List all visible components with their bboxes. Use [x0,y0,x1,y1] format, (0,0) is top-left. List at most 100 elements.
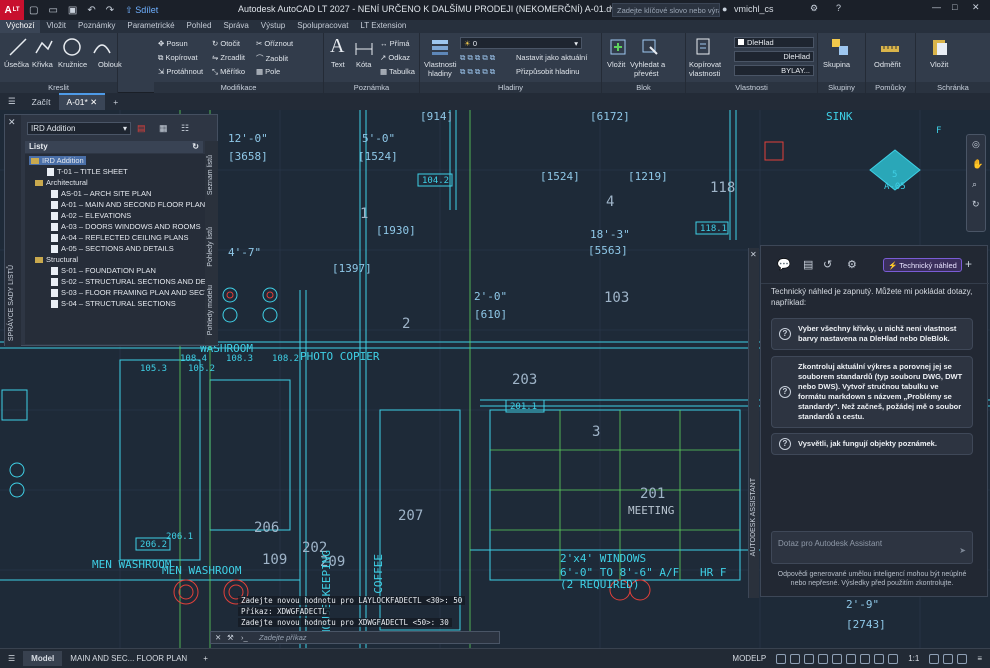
arc-button[interactable]: Oblouk [98,60,122,69]
tree-item-sheet[interactable]: A-02 – ELEVATIONS [51,211,131,221]
files-icon[interactable]: ▤ [803,258,813,271]
osnap-icon[interactable] [832,653,843,664]
ribbon-tab[interactable]: Správa [217,20,254,33]
ribbon-tab[interactable]: Spolupracovat [291,20,354,33]
set-current-button[interactable]: Nastavit jako aktuální [516,53,587,62]
fillet-button[interactable]: ⌒ Zaoblit [256,53,288,64]
dimension-button[interactable]: Kóta [356,60,371,69]
stretch-button[interactable]: ⇲ Protáhnout [158,67,203,76]
annotation-visibility-icon[interactable] [888,653,899,664]
rotate-button[interactable]: ↻ Otočit [212,39,240,48]
selection-cycling-icon[interactable] [874,653,885,664]
tab-sheet-list[interactable]: Seznam listů [207,155,214,195]
layer-dropdown[interactable]: ☀ 0 ▾ [460,37,582,49]
tree-item-sheet[interactable]: AS-01 – ARCH SITE PLAN [51,189,151,199]
move-button[interactable]: ✥ Posun [158,39,188,48]
ribbon-tab[interactable]: LT Extension [354,20,412,33]
redo-icon[interactable]: ↷ [101,5,119,16]
close-command-icon[interactable]: ✕ [215,633,221,642]
chat-icon[interactable]: 💬 [777,258,791,271]
tab-sheet-views[interactable]: Pohledy listů [207,227,214,267]
suggestion-1[interactable]: ? Vyber všechny křivky, u nichž není vlas… [771,318,973,350]
tab-model[interactable]: Model [23,651,63,666]
plus-icon[interactable] [943,653,954,664]
tree-item-sheet[interactable]: T-01 – TITLE SHEET [47,167,128,177]
tab-model-views[interactable]: Pohledy modelu [207,285,214,335]
tab-a01[interactable]: A-01* ✕ [58,93,106,110]
tree-item-sheet[interactable]: S-03 – FLOOR FRAMING PLAN AND SECTIC [51,288,205,298]
paste-button[interactable]: Vložit [930,60,948,69]
line-button[interactable]: Úsečka [4,60,29,69]
new-layout-icon[interactable]: + [195,654,216,663]
new-file-icon[interactable]: ▢ [24,5,43,16]
array-button[interactable]: ▦ Pole [256,67,280,76]
text-button[interactable]: Text [331,60,345,69]
tree-item-sheet[interactable]: S-02 – STRUCTURAL SECTIONS AND DETAI [51,277,205,287]
model-space-toggle[interactable]: MODELP [724,654,774,663]
tree-item-sheet[interactable]: S-01 – FOUNDATION PLAN [51,266,156,276]
otrack-icon[interactable] [846,653,857,664]
hamburger-icon[interactable]: ☰ [0,94,24,109]
tree-item-sheet[interactable]: A-03 – DOORS WINDOWS AND ROOMS [51,222,201,232]
copy-button[interactable]: ⧉ Kopírovat [158,53,198,63]
trim-button[interactable]: ✂ Oříznout [256,39,293,48]
sheet-view-icon[interactable]: ☷ [181,123,189,134]
app-menu-button[interactable]: A LT [0,0,24,20]
workspace-icon[interactable] [929,653,940,664]
minimize-icon[interactable]: — [932,2,941,12]
new-chat-icon[interactable]: + [965,257,972,271]
share-button[interactable]: ⇧ Sdílet [125,5,158,16]
lineweight-dropdown[interactable]: BYLAY... [734,65,814,76]
close-palette-icon[interactable]: ✕ [8,117,16,128]
command-line-input[interactable]: ✕ ⚒ ›_ Zadejte příkaz [210,631,500,644]
layout-menu-icon[interactable]: ☰ [0,654,23,663]
tab-start[interactable]: Začít [24,95,59,109]
layer-tools-icons-2[interactable]: ⧉ ⧉ ⧉ ⧉ ⧉ [460,67,495,77]
tree-item-folder[interactable]: Architectural [35,178,88,187]
leader-button[interactable]: ↗ Odkaz [380,53,410,62]
ribbon-tab[interactable]: Výchozí [0,20,41,33]
ribbon-tab[interactable]: Pohled [181,20,218,33]
maximize-icon[interactable]: □ [952,2,957,12]
snap-icon[interactable] [790,653,801,664]
zoom-icon[interactable]: ⌕ [972,179,977,190]
sheet-options-icon[interactable]: ▦ [159,123,168,134]
circle-button[interactable]: Kružnice [58,60,87,69]
match-layer-button[interactable]: Přizpůsobit hladinu [516,67,579,76]
polyline-button[interactable]: Křivka [32,60,53,69]
send-icon[interactable]: ➤ [959,546,966,555]
close-tab-icon[interactable]: ✕ [90,97,97,107]
group-button[interactable]: Skupina [823,60,850,69]
suggestion-2[interactable]: ? Zkontroluj aktuální výkres a porovnej j… [771,356,973,428]
tree-item-sheet[interactable]: S-04 – STRUCTURAL SECTIONS [51,299,176,309]
mirror-button[interactable]: ⇋ Zrcadlit [212,53,245,62]
close-icon[interactable]: ✕ [972,2,980,13]
isolate-icon[interactable] [957,653,968,664]
username[interactable]: vmichl_cs [734,4,774,14]
save-icon[interactable]: ▣ [63,5,82,16]
open-file-icon[interactable]: ▭ [43,5,62,16]
suggestion-3[interactable]: ? Vysvětli, jak fungují objekty poznámek. [771,433,973,455]
settings-icon[interactable]: ⚙ [847,258,857,271]
ribbon-tab[interactable]: Poznámky [72,20,121,33]
refresh-icon[interactable]: ↻ [192,142,199,151]
table-button[interactable]: ▦ Tabulka [380,67,415,76]
ribbon-tab[interactable]: Vložit [40,20,72,33]
measure-button[interactable]: Odměřit [874,60,901,69]
help-icon[interactable]: ? [836,3,841,13]
new-tab-icon[interactable]: + [105,95,126,109]
find-convert-button[interactable]: Vyhledat a [630,60,665,69]
close-assistant-icon[interactable]: ✕ [750,250,757,259]
customize-status-icon[interactable]: ≡ [969,654,990,663]
linetype-dropdown[interactable]: DleHlad [734,51,814,62]
polar-icon[interactable] [818,653,829,664]
history-icon[interactable]: ↺ [823,258,832,271]
search-input[interactable]: Zadejte klíčové slovo nebo výraz. [612,3,720,17]
undo-icon[interactable]: ↶ [82,5,100,16]
layer-tools-icons[interactable]: ⧉ ⧉ ⧉ ⧉ ⧉ [460,53,495,63]
ortho-icon[interactable] [804,653,815,664]
tree-item-folder[interactable]: IRD Addition [29,156,86,165]
ribbon-tab[interactable]: Výstup [255,20,291,33]
customize-icon[interactable]: ⚒ [227,633,234,642]
assistant-input[interactable]: Dotaz pro Autodesk Assistant ➤ [771,531,973,564]
